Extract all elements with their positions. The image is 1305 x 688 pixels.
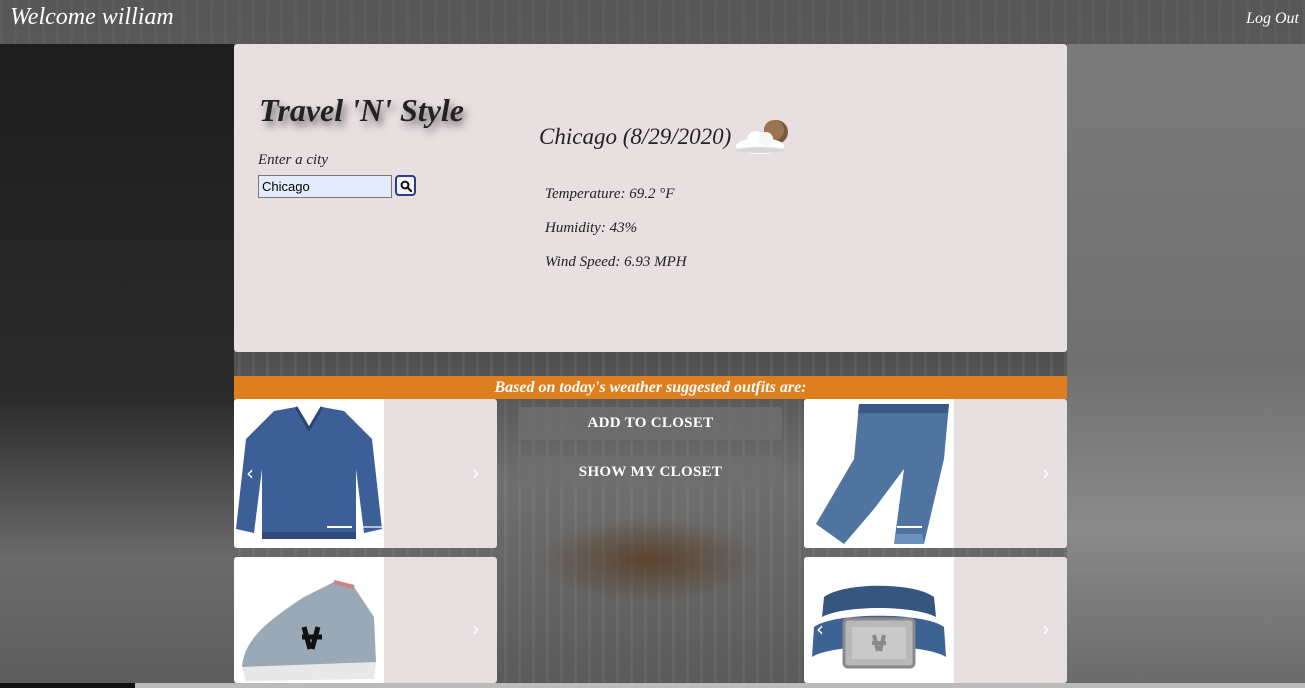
background-strip	[135, 683, 1305, 688]
temperature-text: Temperature: 69.2 °F	[545, 186, 675, 202]
carousel-prev-button[interactable]: ‹	[246, 617, 254, 641]
carousel-next-button[interactable]: ›	[472, 617, 480, 641]
carousel-indicators	[327, 526, 383, 528]
carousel-indicator[interactable]	[928, 526, 953, 528]
weather-heading: Chicago (8/29/2020)	[539, 124, 732, 149]
sneaker-icon	[242, 580, 376, 681]
carousel-next-button[interactable]: ›	[1042, 617, 1050, 641]
background-strip	[0, 683, 135, 688]
search-icon	[400, 180, 412, 192]
logout-link[interactable]: Log Out	[1246, 10, 1299, 28]
outfit-carousel-bottom: ‹ ›	[804, 399, 1067, 548]
carousel-prev-button[interactable]: ‹	[816, 461, 824, 485]
add-to-closet-button[interactable]: ADD TO CLOSET	[519, 407, 782, 440]
sneaker-image	[234, 557, 384, 683]
suggestions-banner: Based on today's weather suggested outfi…	[234, 376, 1067, 399]
humidity-text: Humidity: 43%	[545, 220, 638, 236]
wind-speed-text: Wind Speed: 6.93 MPH	[545, 254, 687, 270]
city-label: Enter a city	[258, 152, 328, 168]
background-wall-right	[1067, 44, 1305, 688]
app-title: Travel 'N' Style	[259, 92, 464, 128]
carousel-indicator[interactable]	[327, 526, 352, 528]
city-search-input[interactable]	[258, 175, 392, 198]
belt-icon	[812, 585, 946, 669]
carousel-next-button[interactable]: ›	[1042, 461, 1050, 485]
carousel-prev-button[interactable]: ‹	[246, 461, 254, 485]
belt-image	[804, 557, 954, 683]
show-my-closet-button[interactable]: SHOW MY CLOSET	[519, 456, 782, 489]
partly-cloudy-icon	[736, 120, 788, 154]
search-button[interactable]	[395, 175, 416, 196]
weather-panel: Travel 'N' Style Enter a city Chicago (8…	[234, 44, 1067, 352]
background-wall-left	[0, 44, 234, 688]
carousel-indicator[interactable]	[358, 526, 383, 528]
welcome-text: Welcome william	[10, 4, 174, 30]
carousel-next-button[interactable]: ›	[472, 461, 480, 485]
carousel-prev-button[interactable]: ‹	[816, 617, 824, 641]
outfit-carousel-accessory: ‹ ›	[804, 557, 1067, 683]
outfit-carousel-shoes: ‹ ›	[234, 557, 497, 683]
carousel-indicators	[897, 526, 953, 528]
top-nav-bar: Welcome william Log Out	[0, 0, 1305, 44]
carousel-indicator[interactable]	[897, 526, 922, 528]
outfit-carousel-top: ‹ ›	[234, 399, 497, 548]
